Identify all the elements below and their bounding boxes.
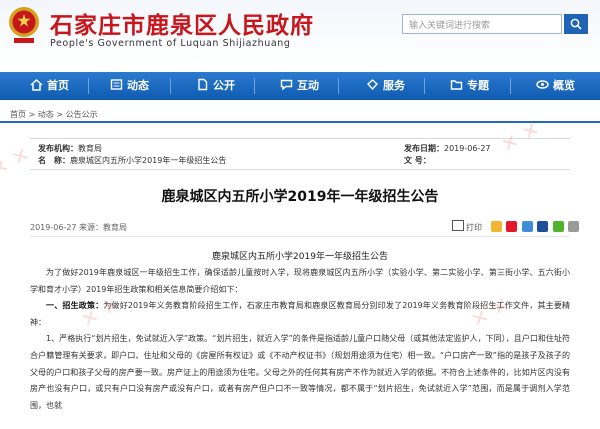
nav-divider (338, 78, 339, 94)
print-button[interactable]: 打印 (466, 223, 482, 232)
nav-item-overview[interactable]: 概览 (536, 72, 575, 100)
article-subtitle: 鹿泉城区内五所小学2019年一年级招生公告 (212, 252, 388, 262)
site-title[interactable]: 石家庄市鹿泉区人民政府 (50, 6, 314, 40)
site-subtitle: People's Government of Luquan Shijiazhua… (50, 38, 291, 49)
watermark: ✕ ✕ (0, 141, 34, 183)
eye-icon (536, 80, 549, 89)
share-toolbar: 打印 (452, 220, 580, 233)
breadcrumb-divider (0, 121, 600, 123)
breadcrumb[interactable]: 首页 > 动态 > 公告公示 (10, 109, 98, 120)
share-weibo-icon[interactable] (506, 221, 518, 232)
service-icon (367, 79, 378, 91)
main-nav: 首页 动态 公开 互动 服务 专题 概览 (0, 72, 600, 100)
nav-item-interact[interactable]: 互动 (280, 72, 319, 100)
nav-divider (510, 78, 511, 94)
nav-label: 概览 (553, 79, 575, 92)
nav-label: 公开 (213, 79, 235, 92)
document-icon (198, 78, 208, 91)
national-emblem-icon (9, 7, 39, 43)
nav-divider (170, 78, 171, 94)
chat-icon (280, 79, 293, 91)
nav-item-news[interactable]: 动态 (110, 72, 149, 100)
article-body: 为了做好2019年鹿泉城区一年级招生工作，确保适龄儿童按时入学，现将鹿泉城区内五… (30, 265, 570, 414)
nav-label: 专题 (467, 79, 489, 92)
divider (30, 236, 570, 237)
paragraph: 1、严格执行“划片招生，免试就近入学”政策。“划片招生，就近入学”的条件是指适龄… (30, 334, 570, 410)
share-renren-icon[interactable] (537, 221, 549, 232)
nav-divider (88, 78, 89, 94)
folder-icon (450, 80, 463, 90)
nav-item-home[interactable]: 首页 (30, 72, 69, 100)
nav-label: 首页 (47, 79, 69, 92)
nav-item-topics[interactable]: 专题 (450, 72, 489, 100)
search-icon (570, 18, 582, 30)
date-value: 2019-06-27 (444, 144, 491, 153)
org-label: 发布机构： (38, 144, 78, 153)
name-value: 鹿泉城区内五所小学2019年一年级招生公告 (70, 156, 227, 165)
share-wechat-icon[interactable] (552, 221, 564, 232)
nav-item-service[interactable]: 服务 (366, 72, 405, 100)
search-input[interactable]: 输入关键词进行搜索 (402, 14, 562, 34)
section-heading: 一、招生政策： (46, 301, 104, 311)
nav-divider (254, 78, 255, 94)
nav-label: 互动 (297, 79, 319, 92)
news-icon (110, 79, 123, 90)
date-label: 发布日期： (404, 144, 444, 153)
nav-label: 服务 (383, 79, 405, 92)
docno-label: 文 号： (404, 156, 431, 165)
nav-item-open[interactable]: 公开 (196, 72, 235, 100)
article-title: 鹿泉城区内五所小学2019年一年级招生公告 (161, 189, 439, 205)
article-meta-table: 发布机构：教育局 发布日期：2019-06-27 名 称：鹿泉城区内五所小学20… (30, 138, 570, 170)
nav-divider (424, 78, 425, 94)
share-tencent-icon[interactable] (521, 221, 533, 232)
home-icon (30, 78, 43, 91)
share-more-icon[interactable] (568, 221, 580, 232)
org-value: 教育局 (78, 144, 102, 153)
article-info: 2019-06-27 来源：教育局 (30, 223, 128, 232)
paragraph: 一、招生政策：为做好2019年义务教育阶段招生工作，石家庄市教育局和鹿泉区教育局… (30, 301, 571, 327)
site-header: 石家庄市鹿泉区人民政府 People's Government of Luqua… (0, 0, 600, 66)
nav-label: 动态 (127, 79, 149, 92)
name-label: 名 称： (38, 156, 70, 165)
share-qzone-icon[interactable] (490, 221, 502, 232)
search-button[interactable] (564, 14, 588, 34)
print-icon[interactable] (452, 220, 464, 231)
paragraph: 为了做好2019年鹿泉城区一年级招生工作，确保适龄儿童按时入学，现将鹿泉城区内五… (30, 268, 570, 294)
